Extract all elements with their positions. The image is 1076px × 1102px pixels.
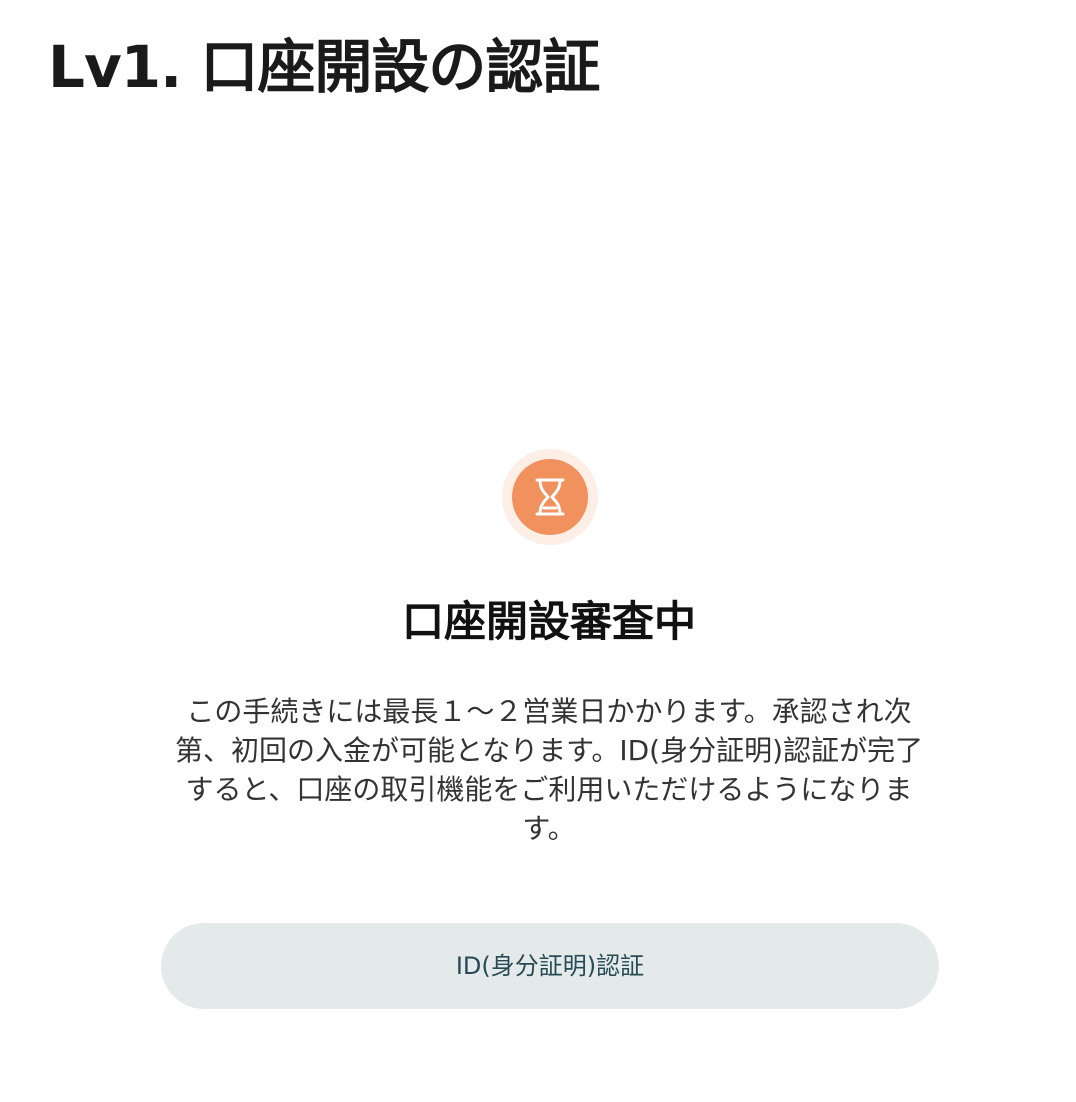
status-description: この手続きには最長１〜２営業日かかります。承認され次第、初回の入金が可能となりま…	[174, 695, 924, 845]
status-icon-badge	[502, 449, 598, 545]
status-heading: 口座開設審査中	[401, 597, 696, 646]
id-verification-button[interactable]: ID(身分証明)認証	[161, 923, 939, 1009]
status-icon-circle	[512, 459, 588, 535]
hourglass-icon	[535, 478, 565, 516]
page-title: Lv1. 口座開設の認証	[48, 33, 600, 101]
